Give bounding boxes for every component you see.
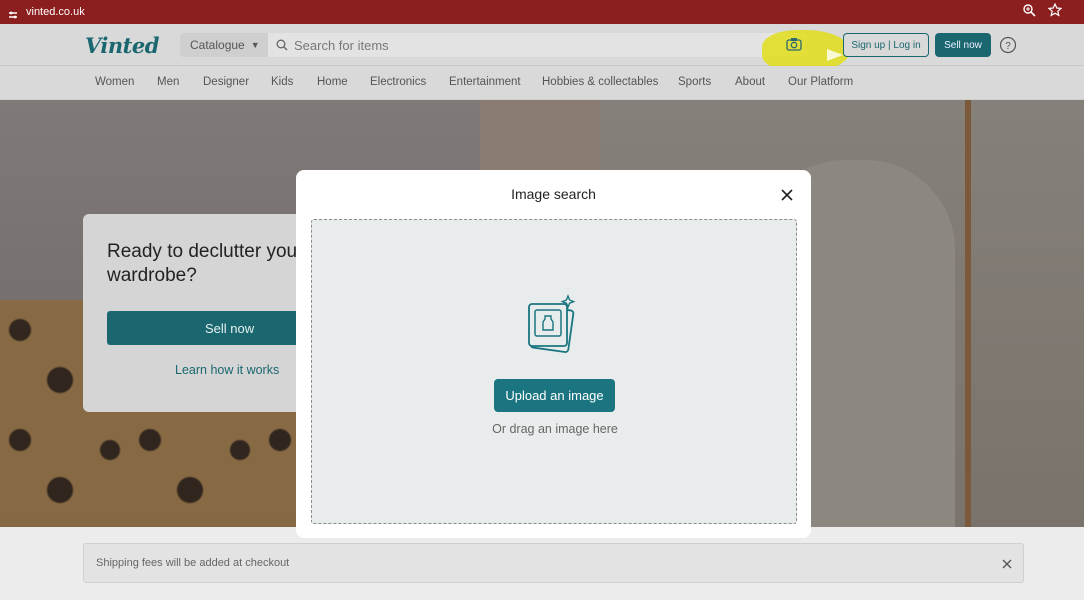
close-icon[interactable] <box>780 188 794 202</box>
image-dropzone[interactable]: Upload an image Or drag an image here <box>311 219 797 524</box>
image-upload-illustration-icon <box>525 294 585 358</box>
bookmark-star-icon[interactable] <box>1047 2 1063 19</box>
site-settings-icon[interactable] <box>8 7 18 19</box>
modal-title: Image search <box>511 186 596 202</box>
upload-image-button[interactable]: Upload an image <box>494 379 615 412</box>
image-search-modal: Image search Upload an image Or drag an … <box>296 170 811 538</box>
drag-image-hint: Or drag an image here <box>492 422 618 436</box>
address-bar-url[interactable]: vinted.co.uk <box>26 6 85 18</box>
browser-toolbar: vinted.co.uk <box>0 0 1084 24</box>
zoom-icon[interactable] <box>1022 3 1036 19</box>
